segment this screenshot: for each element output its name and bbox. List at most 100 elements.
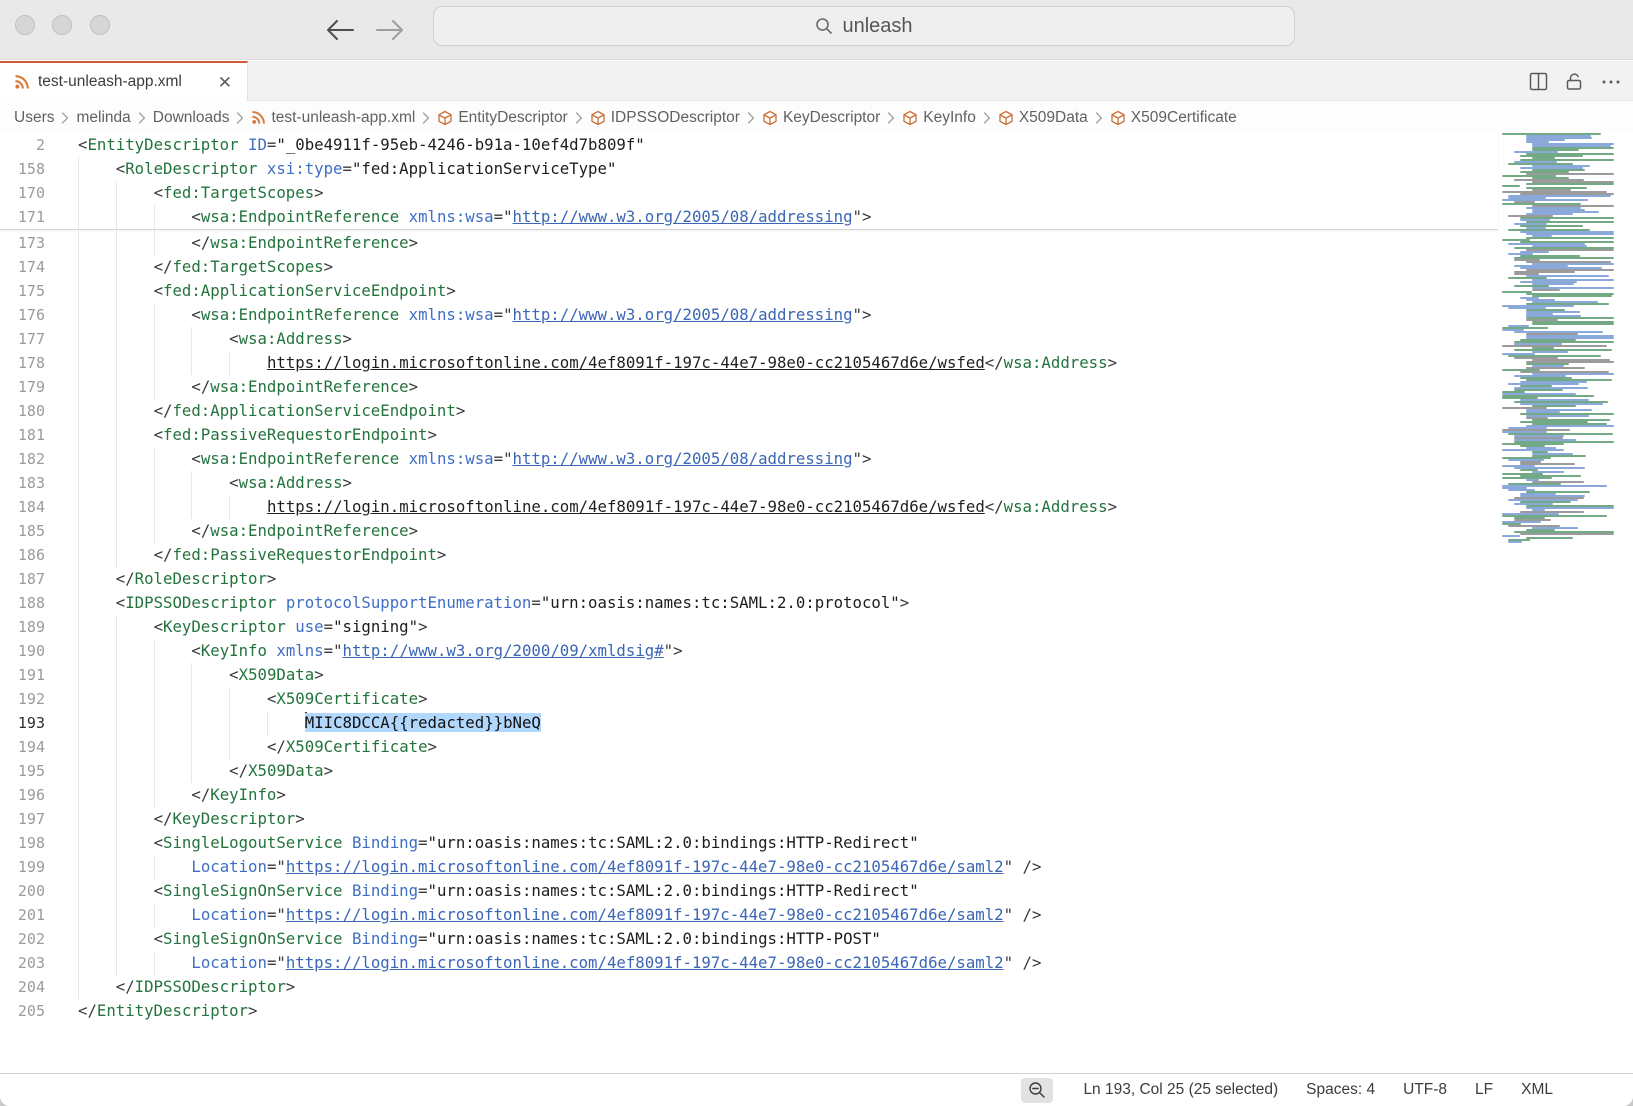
line-number[interactable]: 200 bbox=[0, 879, 45, 903]
line-number[interactable]: 158 bbox=[0, 157, 45, 181]
line-number[interactable]: 171 bbox=[0, 205, 45, 229]
line-number[interactable]: 202 bbox=[0, 927, 45, 951]
code-line[interactable]: 196</KeyInfo> bbox=[0, 783, 1498, 807]
breadcrumb-item-idpssodescriptor[interactable]: IDPSSODescriptor bbox=[590, 109, 740, 127]
code-line[interactable]: 177<wsa:Address> bbox=[0, 327, 1498, 351]
line-number[interactable]: 178 bbox=[0, 351, 45, 375]
code-line[interactable]: 2<EntityDescriptor ID="_0be4911f-95eb-42… bbox=[0, 133, 1498, 157]
close-window-button[interactable] bbox=[15, 15, 35, 35]
breadcrumb-item-x509data[interactable]: X509Data bbox=[998, 109, 1088, 127]
code-line[interactable]: 189<KeyDescriptor use="signing"> bbox=[0, 615, 1498, 639]
code-line[interactable]: 191<X509Data> bbox=[0, 663, 1498, 687]
code-line[interactable]: 158<RoleDescriptor xsi:type="fed:Applica… bbox=[0, 157, 1498, 181]
indentation-status[interactable]: Spaces: 4 bbox=[1292, 1081, 1389, 1099]
code-line[interactable]: 200<SingleSignOnService Binding="urn:oas… bbox=[0, 879, 1498, 903]
line-number[interactable]: 193 bbox=[0, 711, 45, 735]
code-line[interactable]: 184https://login.microsoftonline.com/4ef… bbox=[0, 495, 1498, 519]
line-number[interactable]: 179 bbox=[0, 375, 45, 399]
breadcrumb-item-melinda[interactable]: melinda bbox=[76, 109, 130, 127]
breadcrumb-item-keydescriptor[interactable]: KeyDescriptor bbox=[762, 109, 880, 127]
line-number[interactable]: 185 bbox=[0, 519, 45, 543]
line-number[interactable]: 204 bbox=[0, 975, 45, 999]
unlock-icon[interactable] bbox=[1565, 72, 1584, 91]
eol-status[interactable]: LF bbox=[1461, 1081, 1507, 1099]
line-number[interactable]: 188 bbox=[0, 591, 45, 615]
line-number[interactable]: 191 bbox=[0, 663, 45, 687]
code-line[interactable]: 182<wsa:EndpointReference xmlns:wsa="htt… bbox=[0, 447, 1498, 471]
code-line[interactable]: 171<wsa:EndpointReference xmlns:wsa="htt… bbox=[0, 205, 1498, 229]
line-number[interactable]: 189 bbox=[0, 615, 45, 639]
line-number[interactable]: 192 bbox=[0, 687, 45, 711]
code-line[interactable]: 201Location="https://login.microsoftonli… bbox=[0, 903, 1498, 927]
line-number[interactable]: 180 bbox=[0, 399, 45, 423]
line-number[interactable]: 184 bbox=[0, 495, 45, 519]
code-line[interactable]: 173</wsa:EndpointReference> bbox=[0, 231, 1498, 255]
code-line[interactable]: 181<fed:PassiveRequestorEndpoint> bbox=[0, 423, 1498, 447]
line-number[interactable]: 197 bbox=[0, 807, 45, 831]
code-line[interactable]: 174</fed:TargetScopes> bbox=[0, 255, 1498, 279]
zoom-out-icon[interactable] bbox=[1021, 1078, 1053, 1103]
code-line[interactable]: 188<IDPSSODescriptor protocolSupportEnum… bbox=[0, 591, 1498, 615]
encoding-status[interactable]: UTF-8 bbox=[1389, 1081, 1461, 1099]
code-line[interactable]: 187</RoleDescriptor> bbox=[0, 567, 1498, 591]
line-number[interactable]: 194 bbox=[0, 735, 45, 759]
breadcrumb-item-downloads[interactable]: Downloads bbox=[153, 109, 230, 127]
breadcrumb-item-users[interactable]: Users bbox=[14, 109, 54, 127]
line-number[interactable]: 175 bbox=[0, 279, 45, 303]
line-number[interactable]: 195 bbox=[0, 759, 45, 783]
line-number[interactable]: 170 bbox=[0, 181, 45, 205]
code-line[interactable]: 178https://login.microsoftonline.com/4ef… bbox=[0, 351, 1498, 375]
navigate-back-button[interactable] bbox=[322, 12, 358, 48]
line-number[interactable]: 181 bbox=[0, 423, 45, 447]
command-center-search[interactable]: unleash bbox=[433, 6, 1295, 46]
line-number[interactable]: 176 bbox=[0, 303, 45, 327]
code-line[interactable]: 176<wsa:EndpointReference xmlns:wsa="htt… bbox=[0, 303, 1498, 327]
code-line[interactable]: 179</wsa:EndpointReference> bbox=[0, 375, 1498, 399]
line-number[interactable]: 186 bbox=[0, 543, 45, 567]
code-line[interactable]: 180</fed:ApplicationServiceEndpoint> bbox=[0, 399, 1498, 423]
code-line[interactable]: 186</fed:PassiveRequestorEndpoint> bbox=[0, 543, 1498, 567]
navigate-forward-button[interactable] bbox=[372, 12, 408, 48]
tab-close-icon[interactable]: ✕ bbox=[215, 72, 235, 93]
line-number[interactable]: 198 bbox=[0, 831, 45, 855]
code-line[interactable]: 192<X509Certificate> bbox=[0, 687, 1498, 711]
code-line[interactable]: 185</wsa:EndpointReference> bbox=[0, 519, 1498, 543]
more-actions-icon[interactable] bbox=[1601, 72, 1621, 91]
editor[interactable]: 2<EntityDescriptor ID="_0be4911f-95eb-42… bbox=[0, 133, 1633, 1073]
code-line[interactable]: 190<KeyInfo xmlns="http://www.w3.org/200… bbox=[0, 639, 1498, 663]
code-line[interactable]: 199Location="https://login.microsoftonli… bbox=[0, 855, 1498, 879]
line-number[interactable]: 190 bbox=[0, 639, 45, 663]
breadcrumb-item-x509certificate[interactable]: X509Certificate bbox=[1110, 109, 1237, 127]
line-number[interactable]: 2 bbox=[0, 133, 45, 157]
code-area[interactable]: 173</wsa:EndpointReference>174</fed:Targ… bbox=[0, 231, 1498, 1023]
code-line[interactable]: 170<fed:TargetScopes> bbox=[0, 181, 1498, 205]
breadcrumb-item-keyinfo[interactable]: KeyInfo bbox=[902, 109, 976, 127]
cursor-position-status[interactable]: Ln 193, Col 25 (25 selected) bbox=[1069, 1081, 1292, 1099]
line-number[interactable]: 173 bbox=[0, 231, 45, 255]
code-line[interactable]: 175<fed:ApplicationServiceEndpoint> bbox=[0, 279, 1498, 303]
split-editor-icon[interactable] bbox=[1529, 72, 1548, 91]
breadcrumb-item-entitydescriptor[interactable]: EntityDescriptor bbox=[437, 109, 567, 127]
line-number[interactable]: 205 bbox=[0, 999, 45, 1023]
code-line[interactable]: 193MIIC8DCCA{{redacted}}bNeQ bbox=[0, 711, 1498, 735]
code-line[interactable]: 195</X509Data> bbox=[0, 759, 1498, 783]
code-line[interactable]: 203Location="https://login.microsoftonli… bbox=[0, 951, 1498, 975]
language-mode-status[interactable]: XML bbox=[1507, 1081, 1567, 1099]
sticky-scroll[interactable]: 2<EntityDescriptor ID="_0be4911f-95eb-42… bbox=[0, 133, 1498, 230]
code-line[interactable]: 197</KeyDescriptor> bbox=[0, 807, 1498, 831]
line-number[interactable]: 199 bbox=[0, 855, 45, 879]
line-number[interactable]: 196 bbox=[0, 783, 45, 807]
code-line[interactable]: 204</IDPSSODescriptor> bbox=[0, 975, 1498, 999]
code-line[interactable]: 194</X509Certificate> bbox=[0, 735, 1498, 759]
line-number[interactable]: 201 bbox=[0, 903, 45, 927]
code-line[interactable]: 183<wsa:Address> bbox=[0, 471, 1498, 495]
line-number[interactable]: 183 bbox=[0, 471, 45, 495]
zoom-window-button[interactable] bbox=[90, 15, 110, 35]
tab-test-unleash-app-xml[interactable]: test-unleash-app.xml ✕ bbox=[0, 61, 248, 101]
line-number[interactable]: 182 bbox=[0, 447, 45, 471]
line-number[interactable]: 203 bbox=[0, 951, 45, 975]
line-number[interactable]: 177 bbox=[0, 327, 45, 351]
code-line[interactable]: 198<SingleLogoutService Binding="urn:oas… bbox=[0, 831, 1498, 855]
code-line[interactable]: 202<SingleSignOnService Binding="urn:oas… bbox=[0, 927, 1498, 951]
minimize-window-button[interactable] bbox=[52, 15, 72, 35]
